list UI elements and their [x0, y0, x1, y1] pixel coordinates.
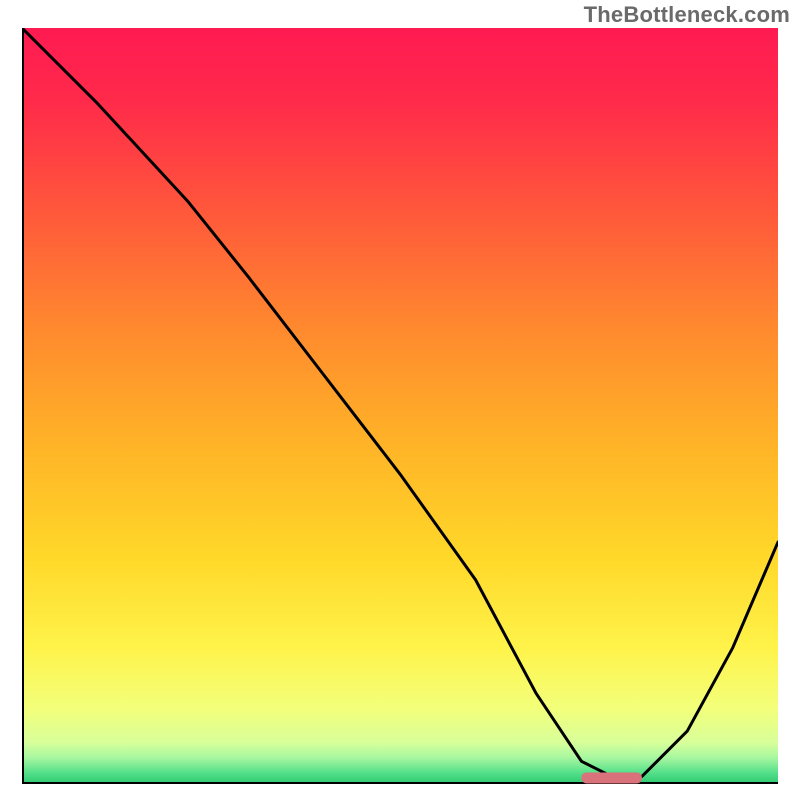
gradient-background [22, 28, 778, 784]
optimal-marker [581, 772, 641, 783]
chart-svg [22, 28, 778, 784]
bottleneck-chart: TheBottleneck.com [0, 0, 800, 800]
plot-area [22, 28, 778, 784]
watermark-label: TheBottleneck.com [584, 2, 790, 28]
